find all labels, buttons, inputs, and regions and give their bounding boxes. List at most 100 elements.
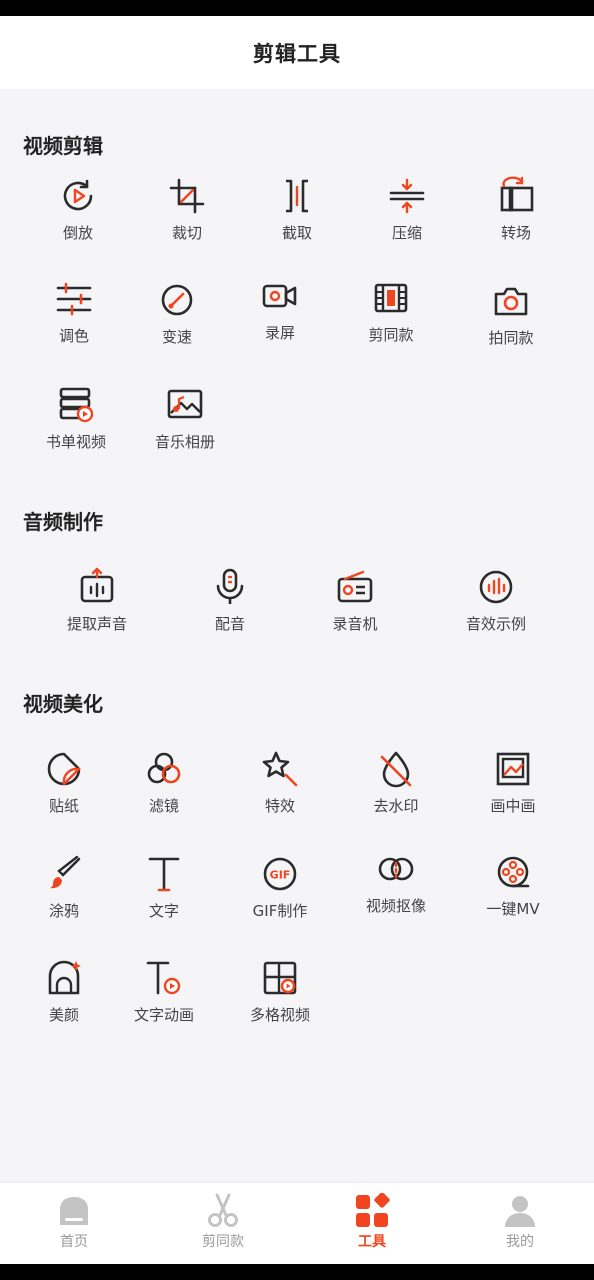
tab-label: 剪同款 (202, 1234, 244, 1250)
tool-sound-effects[interactable]: 音效示例 (448, 567, 544, 634)
home-icon (60, 1197, 88, 1225)
tool-doodle[interactable]: 涂鸦 (16, 854, 112, 921)
book-stack-icon (59, 387, 94, 423)
tab-home[interactable]: 首页 (24, 1193, 124, 1251)
tool-label: 画中画 (490, 797, 536, 815)
trim-icon (286, 179, 308, 213)
water-drop-off-icon (380, 751, 412, 788)
tool-label: 录音机 (332, 615, 378, 633)
tool-label: 音乐相册 (154, 433, 215, 451)
tool-booklist-video[interactable]: 书单视频 (28, 385, 124, 452)
camera-icon (494, 287, 528, 316)
bottom-tab-bar: 首页 剪同款 工具 我的 (0, 1182, 594, 1265)
tool-extract-audio[interactable]: 提取声音 (49, 567, 145, 634)
microphone-icon (216, 568, 244, 604)
tool-label: 剪同款 (368, 326, 414, 344)
tool-one-click-mv[interactable]: 一键MV (465, 852, 561, 919)
tool-recorder[interactable]: 录音机 (307, 567, 403, 634)
tool-label: 压缩 (391, 224, 422, 242)
tool-gif-maker[interactable]: GIF GIF制作 (232, 854, 328, 921)
tool-label: 音效示例 (465, 615, 526, 633)
tool-label: 文字动画 (133, 1006, 194, 1024)
tool-label: 录屏 (264, 324, 295, 342)
compress-icon (389, 178, 425, 214)
tool-color-grade[interactable]: 调色 (26, 279, 122, 346)
tool-text[interactable]: 文字 (116, 854, 212, 921)
tool-picture-in-picture[interactable]: 画中画 (465, 749, 561, 816)
sound-wave-icon (479, 570, 513, 604)
tab-label: 首页 (60, 1234, 88, 1250)
tool-label: 倒放 (62, 224, 93, 242)
adjust-sliders-icon (56, 282, 92, 316)
tool-speed[interactable]: 变速 (129, 280, 225, 347)
sticker-icon (47, 752, 81, 786)
tool-compress[interactable]: 压缩 (359, 176, 455, 243)
overlap-circles-icon (378, 857, 414, 881)
tool-label: 多格视频 (249, 1006, 310, 1024)
tool-label: 裁切 (171, 224, 202, 242)
film-reel-icon (497, 856, 530, 888)
tool-label: 特效 (264, 797, 295, 815)
tool-filter[interactable]: 滤镜 (116, 749, 212, 816)
extract-audio-icon (80, 567, 114, 603)
tab-profile[interactable]: 我的 (470, 1193, 570, 1251)
tool-beauty[interactable]: 美颜 (16, 958, 112, 1025)
svg-text:GIF: GIF (270, 869, 291, 882)
tool-transition[interactable]: 转场 (468, 176, 564, 243)
tool-remove-watermark[interactable]: 去水印 (348, 749, 444, 816)
tool-effects[interactable]: 特效 (232, 749, 328, 816)
section-title-beautify: 视频美化 (23, 692, 103, 716)
radio-recorder-icon (337, 570, 373, 603)
tool-multi-grid-video[interactable]: 多格视频 (232, 958, 328, 1025)
section-title-video-edit: 视频剪辑 (23, 134, 103, 158)
status-bar (0, 0, 594, 16)
tool-shoot-template[interactable]: 拍同款 (463, 281, 559, 348)
tool-label: 转场 (500, 224, 531, 242)
tool-crop[interactable]: 裁切 (139, 176, 235, 243)
tool-sticker[interactable]: 贴纸 (16, 749, 112, 816)
tool-label: 去水印 (373, 797, 419, 815)
tool-label: 视频抠像 (365, 897, 426, 915)
tool-video-matting[interactable]: 视频抠像 (348, 849, 444, 916)
gif-icon: GIF (263, 857, 297, 891)
grid-video-icon (263, 961, 297, 995)
tool-label: 贴纸 (48, 797, 79, 815)
header: 剪辑工具 (0, 16, 594, 89)
tool-reverse[interactable]: 倒放 (30, 176, 126, 243)
text-animation-icon (146, 961, 181, 995)
tool-trim[interactable]: 截取 (249, 176, 345, 243)
page-title: 剪辑工具 (253, 41, 341, 66)
tool-label: 截取 (281, 224, 312, 242)
tool-label: 变速 (161, 328, 192, 346)
tab-label: 我的 (506, 1234, 534, 1250)
tools-grid-icon (356, 1193, 390, 1227)
reverse-icon (63, 179, 93, 211)
face-beauty-icon (48, 960, 81, 995)
tool-music-album[interactable]: 音乐相册 (137, 385, 233, 452)
crop-icon (169, 178, 205, 214)
tool-label: 调色 (58, 327, 89, 345)
tab-tools[interactable]: 工具 (322, 1193, 422, 1251)
tool-label: 美颜 (48, 1006, 79, 1024)
tool-label: 提取声音 (66, 615, 127, 633)
tool-screen-record[interactable]: 录屏 (232, 276, 328, 343)
tab-templates[interactable]: 剪同款 (173, 1193, 273, 1251)
tool-label: 涂鸦 (48, 902, 79, 920)
tab-label: 工具 (358, 1234, 386, 1250)
tool-label: 滤镜 (148, 797, 179, 815)
filter-circles-icon (147, 752, 181, 784)
tool-dubbing[interactable]: 配音 (182, 567, 278, 634)
tool-label: 文字 (148, 902, 179, 920)
transition-icon (500, 176, 534, 212)
film-strip-icon (374, 283, 408, 313)
tool-label: GIF制作 (252, 902, 308, 920)
paint-brush-icon (50, 855, 81, 889)
system-nav-bar (0, 1264, 594, 1280)
tool-template-edit[interactable]: 剪同款 (343, 278, 439, 345)
tool-label: 书单视频 (45, 433, 106, 451)
section-title-audio: 音频制作 (23, 510, 103, 534)
magic-star-icon (262, 751, 298, 787)
picture-in-picture-icon (496, 752, 530, 786)
text-icon (148, 857, 180, 892)
tool-text-animation[interactable]: 文字动画 (116, 958, 212, 1025)
